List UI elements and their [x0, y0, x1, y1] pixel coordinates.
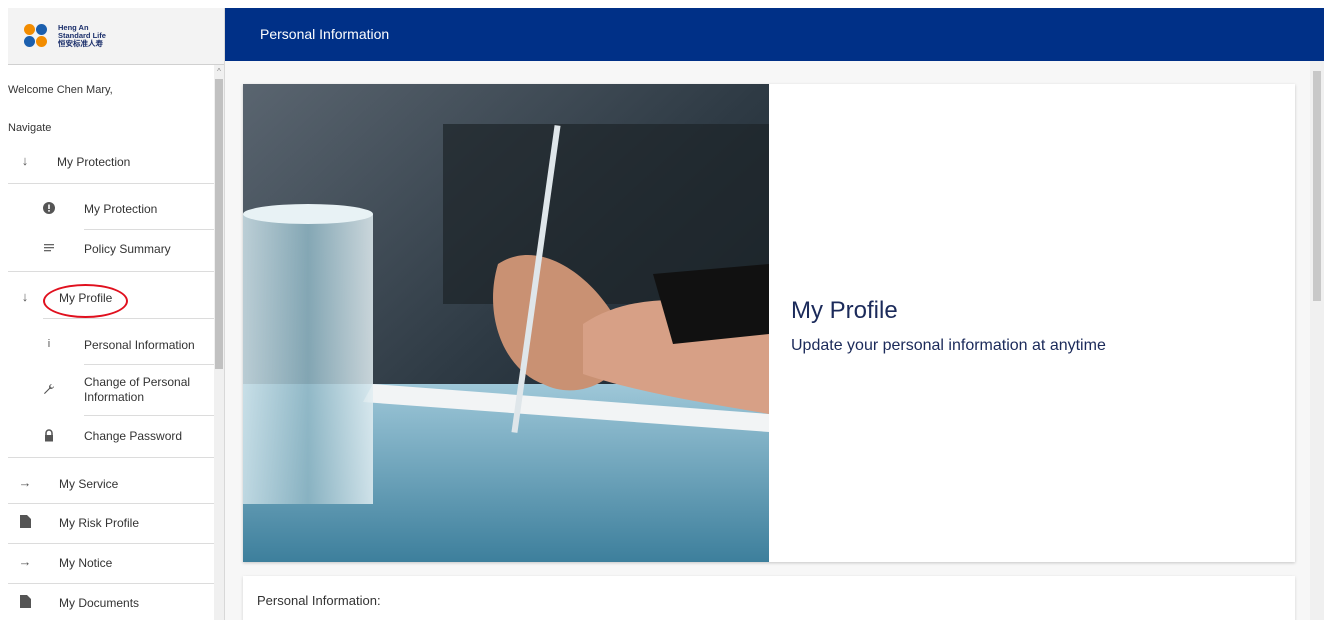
main-content: My Profile Update your personal informat…: [225, 61, 1324, 620]
main-scrollbar[interactable]: [1310, 61, 1324, 620]
sidebar-scrollbar[interactable]: ^: [214, 65, 224, 620]
sidebar-item-my-protection[interactable]: My Protection: [84, 202, 157, 216]
wrench-icon: [42, 383, 56, 398]
sidebar: Heng An Standard Life 恒安标准人寿 Welcome Che…: [8, 8, 225, 620]
hero-image: [243, 84, 769, 562]
sidebar-item-my-risk-profile[interactable]: My Risk Profile: [59, 516, 139, 530]
sidebar-item-change-of-personal-information[interactable]: Change of Personal Information: [84, 375, 209, 405]
profile-hero-card: My Profile Update your personal informat…: [243, 84, 1295, 562]
list-icon: [42, 242, 56, 257]
card-title: My Profile: [791, 297, 898, 324]
app-frame: Heng An Standard Life 恒安标准人寿 Welcome Che…: [8, 8, 1324, 620]
lock-icon: [42, 429, 56, 445]
sidebar-nav: Welcome Chen Mary, Navigate ↓ My Protect…: [8, 65, 224, 620]
logo[interactable]: Heng An Standard Life 恒安标准人寿: [8, 8, 224, 65]
document-icon: [18, 515, 32, 531]
scroll-up-icon[interactable]: ^: [215, 67, 223, 77]
alert-icon: [42, 202, 56, 217]
sidebar-item-change-password[interactable]: Change Password: [84, 429, 182, 443]
brand-logo-icon: [24, 24, 48, 48]
personal-information-section: Personal Information:: [243, 576, 1295, 620]
top-header: Personal Information: [225, 8, 1324, 61]
sidebar-item-my-protection-group[interactable]: My Protection: [57, 155, 130, 169]
document-icon: [18, 595, 32, 611]
arrow-right-icon: →: [18, 475, 32, 490]
sidebar-item-personal-information[interactable]: Personal Information: [84, 338, 195, 352]
highlight-circle: [43, 284, 128, 318]
section-title: Personal Information:: [257, 593, 381, 608]
navigate-label: Navigate: [8, 122, 52, 134]
arrow-down-icon: ↓: [21, 289, 29, 304]
arrow-down-icon: ↓: [21, 153, 29, 168]
sidebar-item-my-service[interactable]: My Service: [59, 477, 118, 491]
sidebar-item-my-documents[interactable]: My Documents: [59, 596, 139, 610]
arrow-right-icon: →: [18, 554, 32, 569]
page-title: Personal Information: [260, 26, 390, 42]
welcome-text: Welcome Chen Mary,: [8, 84, 113, 96]
card-subtitle: Update your personal information at anyt…: [791, 337, 1106, 354]
brand-name: Heng An Standard Life 恒安标准人寿: [58, 23, 106, 48]
sidebar-item-policy-summary[interactable]: Policy Summary: [84, 242, 171, 256]
main-scroll-thumb[interactable]: [1313, 71, 1321, 301]
sidebar-item-my-notice[interactable]: My Notice: [59, 556, 112, 570]
scroll-thumb[interactable]: [215, 79, 223, 369]
info-icon: i: [47, 338, 51, 350]
